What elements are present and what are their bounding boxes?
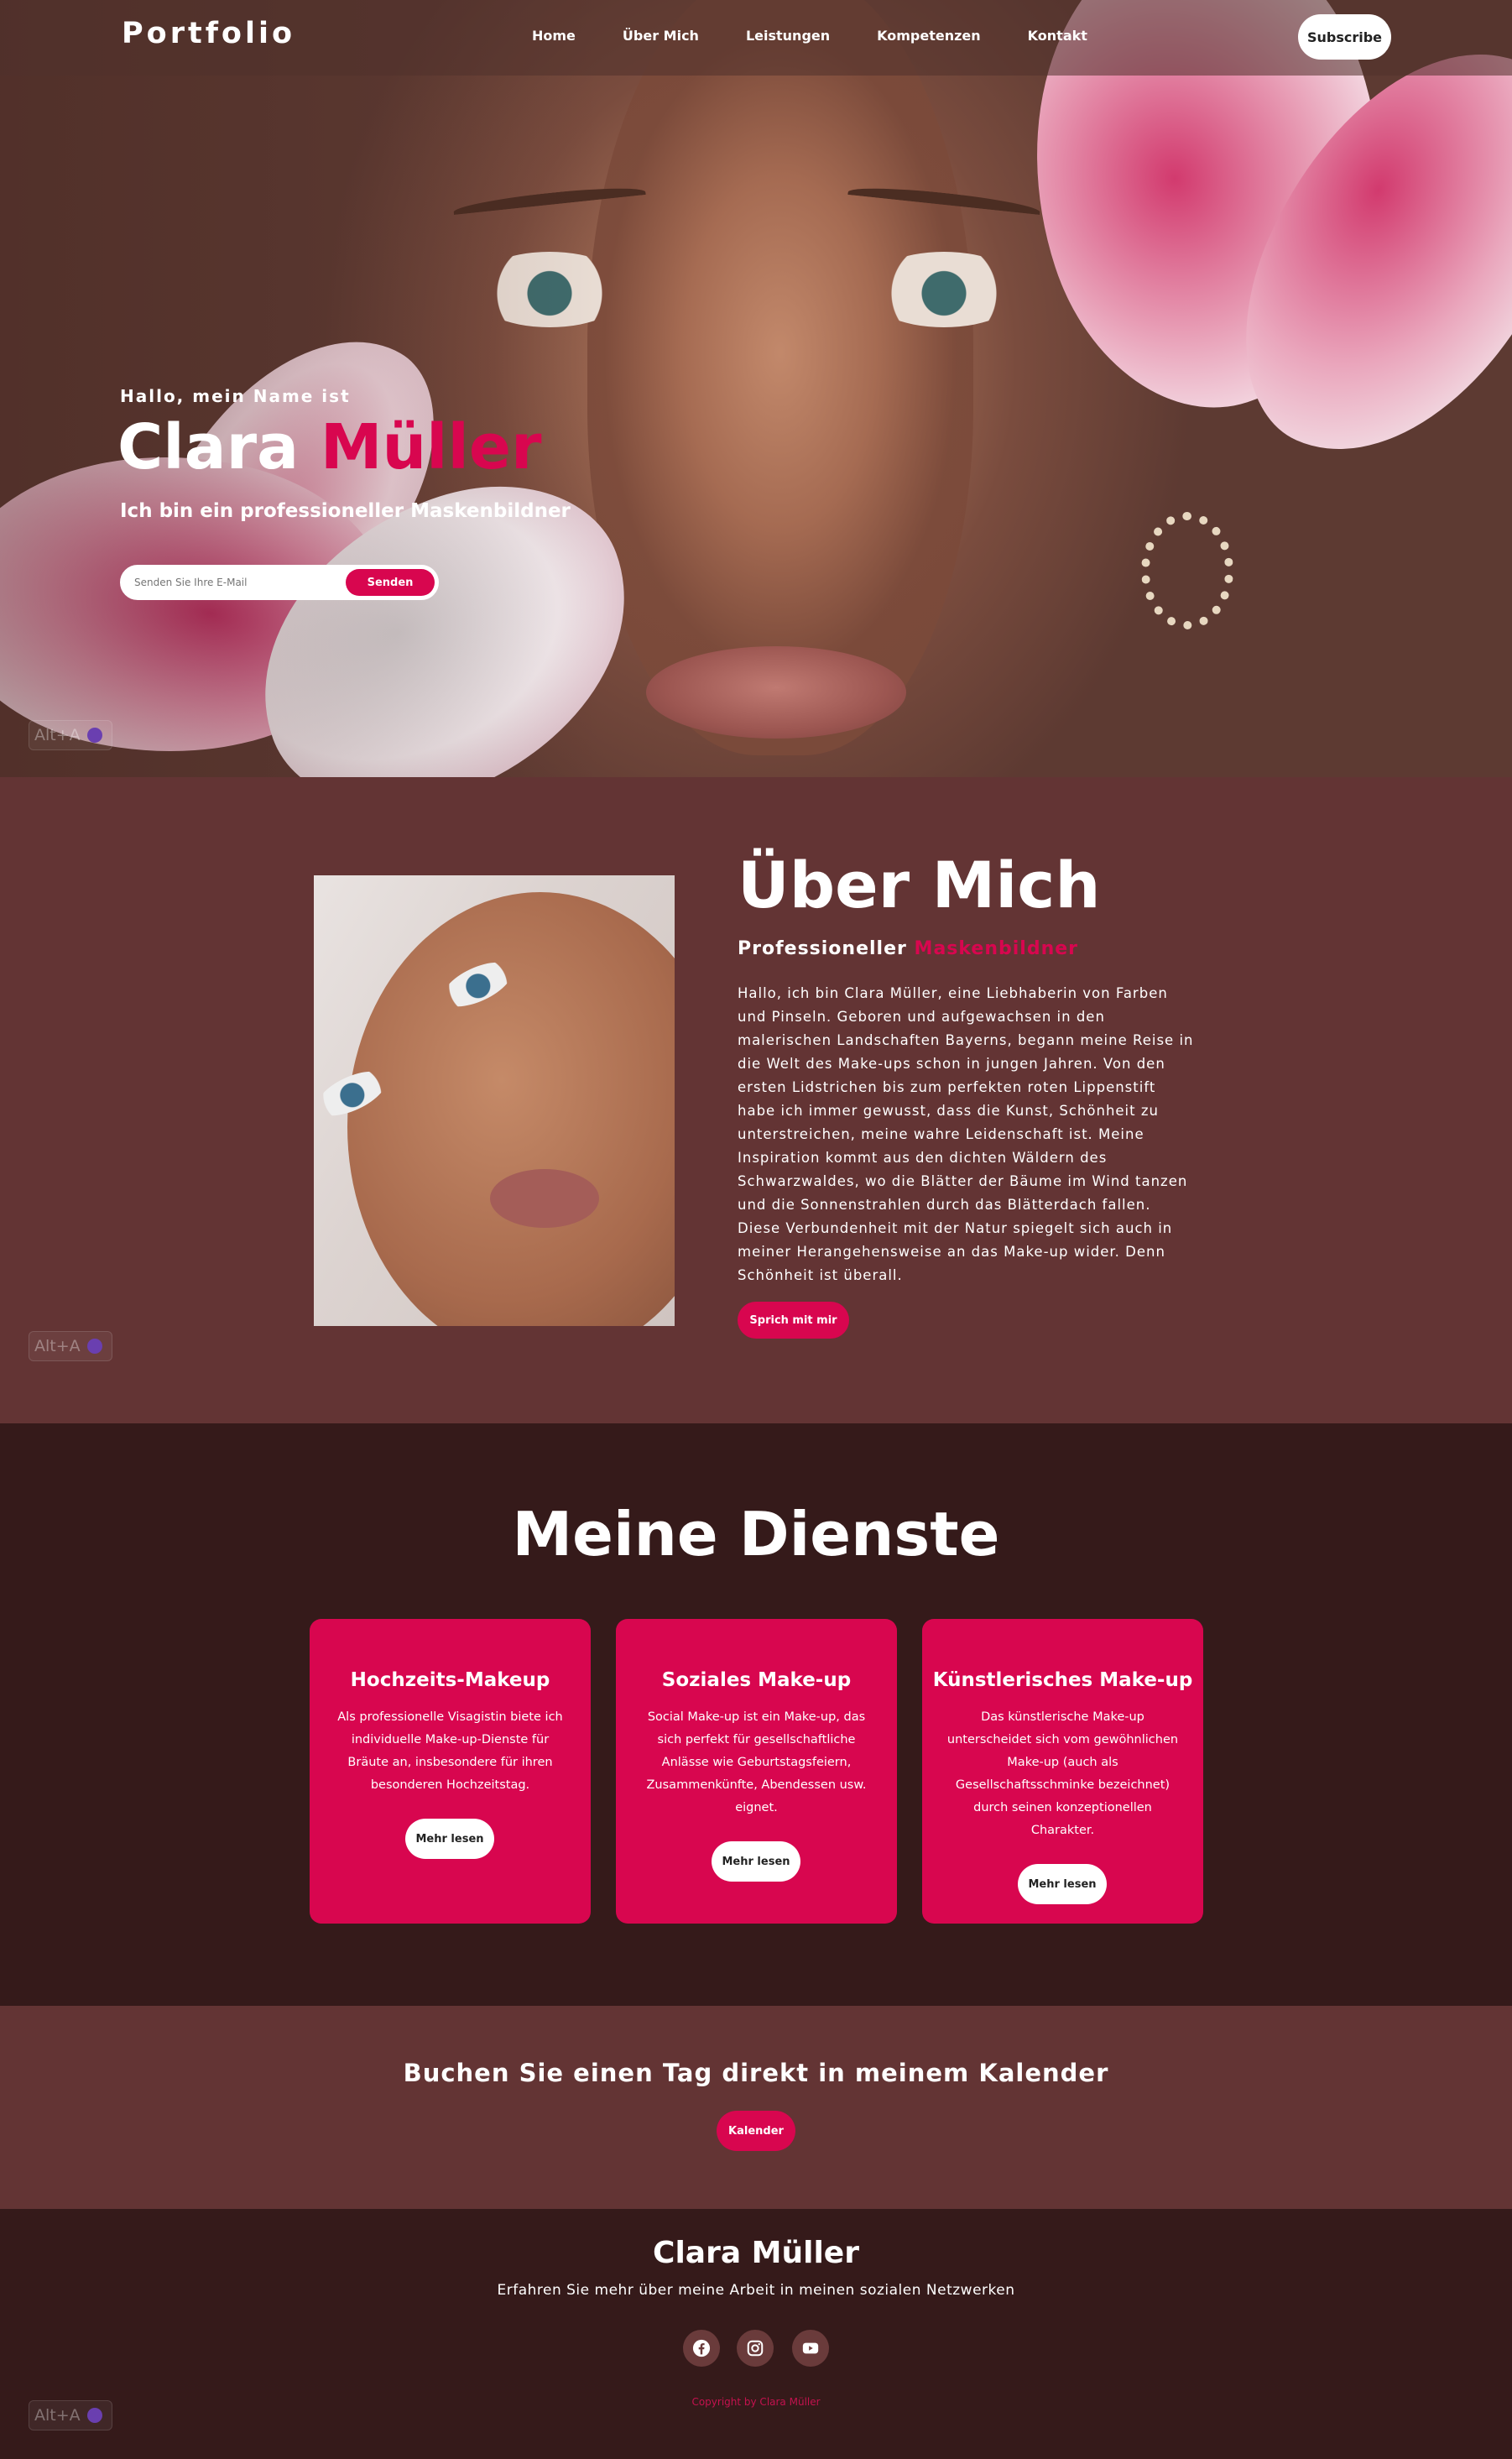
hero-first-name: Clara [117,411,300,483]
alt-a-badge[interactable]: Alt+A [29,2400,112,2430]
hero-greeting: Hallo, mein Name ist [120,386,351,406]
footer-name: Clara Müller [653,2236,859,2270]
nav-home[interactable]: Home [532,28,576,44]
about-subtitle-accent: Maskenbildner [914,938,1079,959]
alt-a-label: Alt+A [34,726,81,744]
assistant-icon [86,2408,102,2423]
youtube-icon [802,2342,819,2354]
instagram-icon [747,2340,764,2357]
talk-to-me-button[interactable]: Sprich mit mir [738,1302,849,1339]
youtube-link[interactable] [792,2330,829,2367]
alt-a-badge[interactable]: Alt+A [29,1331,112,1361]
service-card-title: Künstlerisches Make-up [932,1669,1193,1691]
subscribe-button[interactable]: Subscribe [1298,14,1391,60]
site-logo[interactable]: Portfolio [122,17,295,50]
service-card-text: Als professionelle Visagistin biete ich … [337,1710,563,1792]
hero-name: Clara Müller [117,411,542,483]
facebook-link[interactable] [683,2330,720,2367]
nav-services[interactable]: Leistungen [746,28,830,44]
alt-a-badge[interactable]: Alt+A [29,720,112,750]
email-form: Senden [120,565,439,600]
about-subtitle: Professioneller Maskenbildner [738,938,1078,959]
footer-subtitle: Erfahren Sie mehr über meine Arbeit in m… [497,2282,1015,2299]
service-card-artistic: Künstlerisches Make-up Das künstlerische… [922,1619,1203,1924]
nav-skills[interactable]: Kompetenzen [877,28,981,44]
email-input[interactable] [134,567,336,598]
hero-tagline: Ich bin ein professioneller Maskenbildne… [120,500,571,522]
instagram-link[interactable] [737,2330,774,2367]
services-title: Meine Dienste [512,1499,1000,1569]
calendar-section [0,2006,1512,2209]
calendar-title: Buchen Sie einen Tag direkt in meinem Ka… [403,2059,1109,2087]
service-card-text: Social Make-up ist ein Make-up, das sich… [646,1710,867,1814]
hero-last-name: Müller [320,411,542,483]
about-portrait-image [314,875,675,1326]
service-card-title: Hochzeits-Makeup [350,1669,550,1691]
nav-about[interactable]: Über Mich [623,28,699,44]
about-text: Hallo, ich bin Clara Müller, eine Liebha… [738,985,1194,1283]
service-card-text: Das künstlerische Make-up unterscheidet … [946,1710,1179,1837]
portrait-detail [347,892,675,1326]
top-navigation: Portfolio Home Über Mich Leistungen Komp… [0,0,1512,76]
service-card-social: Soziales Make-up Social Make-up ist ein … [616,1619,897,1924]
nav-contact[interactable]: Kontakt [1028,28,1087,44]
portrait-detail [490,1169,599,1228]
read-more-button[interactable]: Mehr lesen [405,1819,494,1859]
copyright-text: Copyright by Clara Müller [691,2396,821,2408]
about-subtitle-plain: Professioneller [738,938,907,959]
assistant-icon [86,728,102,743]
about-title: Über Mich [738,848,1101,922]
alt-a-label: Alt+A [34,1337,81,1355]
read-more-button[interactable]: Mehr lesen [712,1841,800,1882]
alt-a-label: Alt+A [34,2406,81,2425]
read-more-button[interactable]: Mehr lesen [1018,1864,1107,1904]
service-card-wedding: Hochzeits-Makeup Als professionelle Visa… [310,1619,591,1924]
assistant-icon [86,1339,102,1354]
service-card-title: Soziales Make-up [661,1669,852,1691]
send-button[interactable]: Senden [346,569,435,596]
calendar-button[interactable]: Kalender [717,2111,795,2151]
main-menu: Home Über Mich Leistungen Kompetenzen Ko… [532,28,1134,44]
facebook-icon [692,2339,711,2357]
